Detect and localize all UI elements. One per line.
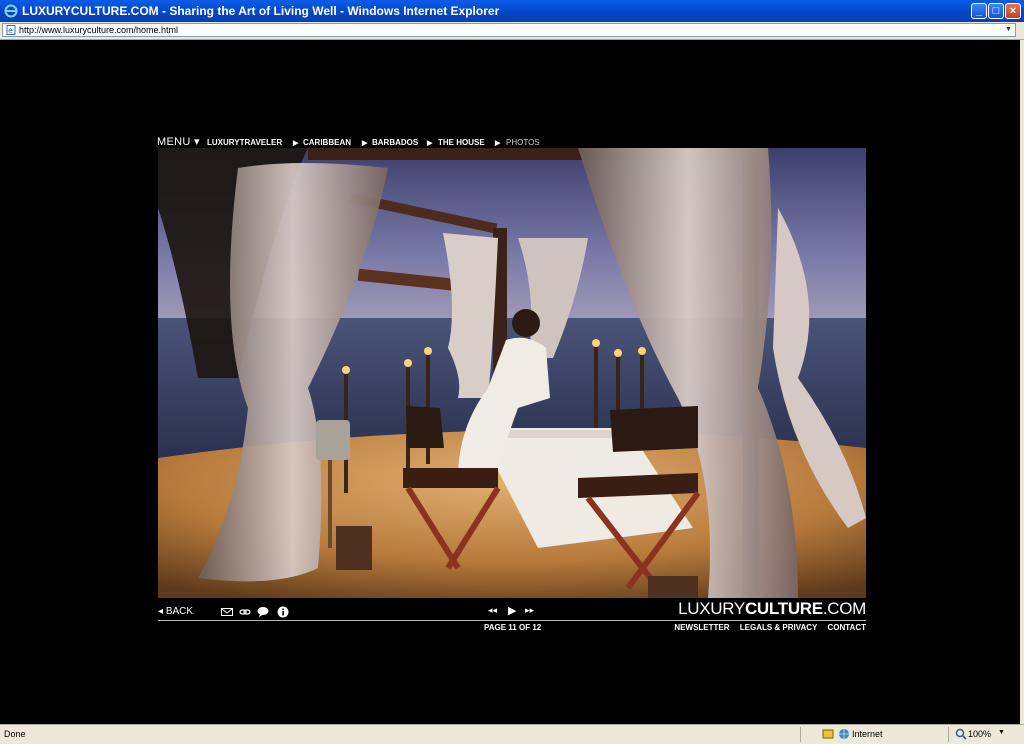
breadcrumb-arrow-icon: ▶	[495, 140, 501, 147]
legals-privacy-link[interactable]: LEGALS & PRIVACY	[740, 623, 818, 632]
site-nav: MENU ▾ LUXURYTRAVELER ▶ CARIBBEAN ▶ BARB…	[157, 135, 866, 149]
gallery-photo	[158, 148, 866, 598]
breadcrumb-luxurytraveler[interactable]: LUXURYTRAVELER	[207, 138, 282, 147]
window-title: LUXURYCULTURE.COM - Sharing the Art of L…	[22, 4, 500, 18]
menu-button[interactable]: MENU ▾	[157, 135, 200, 148]
footer-links: NEWSLETTER LEGALS & PRIVACY CONTACT	[666, 623, 866, 632]
maximize-button[interactable]: □	[988, 3, 1004, 19]
breadcrumb-caribbean[interactable]: CARIBBEAN	[303, 138, 351, 147]
window-titlebar: LUXURYCULTURE.COM - Sharing the Art of L…	[0, 0, 1024, 22]
zoom-level[interactable]: 100%	[968, 729, 991, 739]
address-field[interactable]: e http://www.luxuryculture.com/home.html…	[2, 23, 1016, 37]
playback-controls: ◂◂ ▶ ▸▸	[488, 605, 538, 617]
play-icon[interactable]: ▶	[508, 604, 516, 617]
newsletter-link[interactable]: NEWSLETTER	[674, 623, 729, 632]
fast-forward-icon[interactable]: ▸▸	[525, 605, 534, 616]
back-arrow-icon: ◂	[158, 606, 166, 617]
status-bar: Done Internet 100% ▼	[0, 724, 1024, 744]
site-logo[interactable]: LUXURYCULTURE.COM	[678, 599, 866, 619]
status-text: Done	[4, 729, 26, 739]
address-dropdown-icon[interactable]: ▼	[1003, 24, 1014, 36]
window-right-edge	[1020, 40, 1024, 724]
globe-icon	[839, 729, 849, 739]
internet-explorer-icon	[4, 4, 18, 18]
zoom-icon	[955, 728, 967, 740]
svg-text:e: e	[8, 26, 13, 35]
status-separator	[948, 727, 949, 742]
security-zone: Internet	[852, 729, 883, 739]
breadcrumb-the-house[interactable]: THE HOUSE	[438, 138, 485, 147]
info-icon[interactable]	[277, 606, 289, 618]
comment-icon[interactable]	[257, 606, 269, 618]
breadcrumb-photos: PHOTOS	[506, 138, 540, 147]
gallery-footer: ◂ BACK ◂◂ ▶ ▸▸ LUXURYCULTURE.COM PAGE 11…	[158, 599, 866, 632]
url-text: http://www.luxuryculture.com/home.html	[19, 25, 179, 35]
back-button[interactable]: ◂ BACK	[158, 606, 193, 617]
breadcrumb-arrow-icon: ▶	[427, 140, 433, 147]
breadcrumb-barbados[interactable]: BARBADOS	[372, 138, 418, 147]
status-separator	[800, 727, 801, 742]
page-indicator: PAGE 11 OF 12	[484, 623, 542, 632]
security-icon	[822, 729, 834, 739]
address-bar: e http://www.luxuryculture.com/home.html…	[0, 22, 1024, 40]
page-icon: e	[6, 25, 16, 35]
zoom-dropdown-icon[interactable]: ▼	[998, 729, 1005, 736]
contact-link[interactable]: CONTACT	[827, 623, 866, 632]
close-button[interactable]: ×	[1005, 3, 1021, 19]
minimize-button[interactable]: _	[971, 3, 987, 19]
email-icon[interactable]	[221, 606, 233, 618]
link-icon[interactable]	[239, 606, 251, 618]
rewind-icon[interactable]: ◂◂	[488, 605, 497, 616]
